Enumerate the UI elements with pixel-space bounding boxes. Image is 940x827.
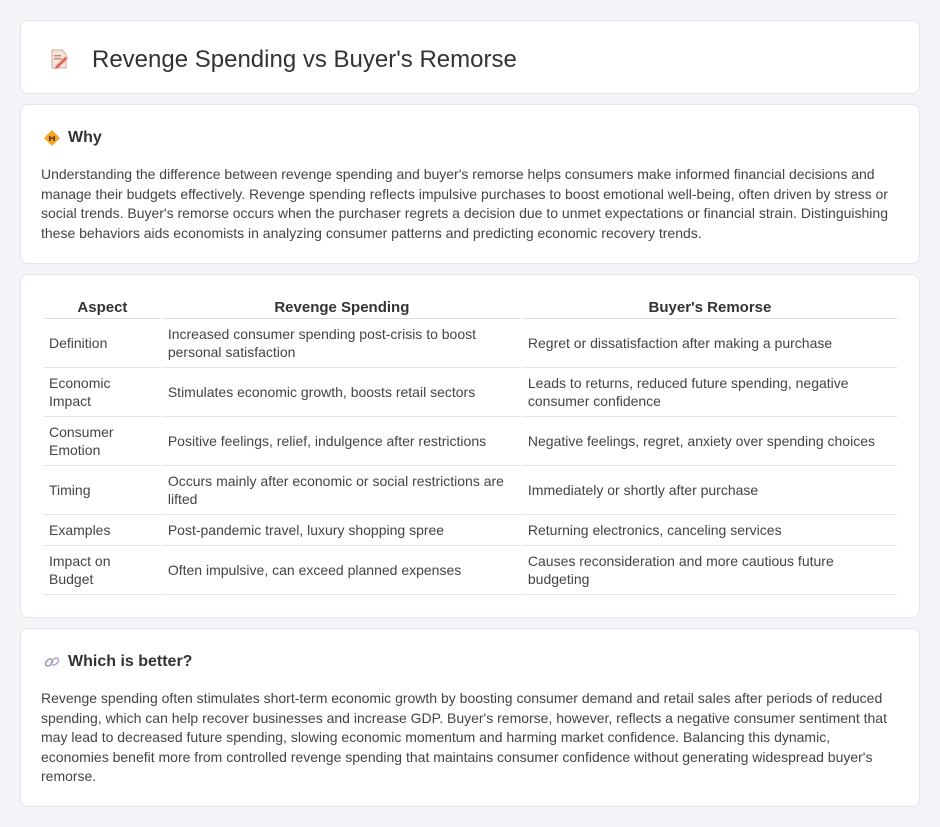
better-text: Revenge spending often stimulates short-… bbox=[41, 690, 887, 784]
why-section: Why Understanding the difference between… bbox=[20, 104, 920, 264]
table-row: Definition Increased consumer spending p… bbox=[44, 319, 897, 368]
better-heading-row: Which is better? bbox=[43, 651, 192, 673]
table-cell: Occurs mainly after economic or social r… bbox=[162, 466, 521, 515]
table-cell: Timing bbox=[44, 466, 161, 515]
table-cell: Returning electronics, canceling service… bbox=[522, 515, 897, 546]
table-cell: Post-pandemic travel, luxury shopping sp… bbox=[162, 515, 521, 546]
table-row: Impact on Budget Often impulsive, can ex… bbox=[44, 546, 897, 595]
why-text: Understanding the difference between rev… bbox=[41, 166, 888, 241]
table-cell: Consumer Emotion bbox=[44, 417, 161, 466]
table-cell: Causes reconsideration and more cautious… bbox=[522, 546, 897, 595]
header-card: Revenge Spending vs Buyer's Remorse bbox=[20, 20, 920, 94]
table-cell: Negative feelings, regret, anxiety over … bbox=[522, 417, 897, 466]
why-heading: Why bbox=[68, 129, 102, 146]
better-heading: Which is better? bbox=[68, 653, 193, 670]
diamond-sign-icon bbox=[44, 130, 60, 146]
table-cell: Examples bbox=[44, 515, 161, 546]
table-cell: Immediately or shortly after purchase bbox=[522, 466, 897, 515]
table-cell: Definition bbox=[44, 319, 161, 368]
comparison-section: Aspect Revenge Spending Buyer's Remorse … bbox=[20, 274, 920, 618]
table-row: Consumer Emotion Positive feelings, reli… bbox=[44, 417, 897, 466]
link-icon bbox=[44, 657, 60, 667]
table-cell: Regret or dissatisfaction after making a… bbox=[522, 319, 897, 368]
table-cell: Positive feelings, relief, indulgence af… bbox=[162, 417, 521, 466]
table-cell: Leads to returns, reduced future spendin… bbox=[522, 368, 897, 417]
table-row: Examples Post-pandemic travel, luxury sh… bbox=[44, 515, 897, 546]
why-heading-row: Why bbox=[43, 127, 102, 149]
document-edit-icon bbox=[51, 49, 68, 69]
column-header-buyers-remorse: Buyer's Remorse bbox=[522, 297, 897, 319]
column-header-revenge-spending: Revenge Spending bbox=[162, 297, 521, 319]
which-is-better-section: Which is better? Revenge spending often … bbox=[20, 628, 920, 807]
table-cell: Stimulates economic growth, boosts retai… bbox=[162, 368, 521, 417]
table-header-row: Aspect Revenge Spending Buyer's Remorse bbox=[44, 297, 897, 319]
column-header-aspect: Aspect bbox=[44, 297, 161, 319]
comparison-table: Aspect Revenge Spending Buyer's Remorse … bbox=[42, 297, 899, 595]
table-cell: Increased consumer spending post-crisis … bbox=[162, 319, 521, 368]
table-row: Timing Occurs mainly after economic or s… bbox=[44, 466, 897, 515]
table-cell: Impact on Budget bbox=[44, 546, 161, 595]
page-title: Revenge Spending vs Buyer's Remorse bbox=[92, 46, 517, 73]
table-row: Economic Impact Stimulates economic grow… bbox=[44, 368, 897, 417]
table-cell: Economic Impact bbox=[44, 368, 161, 417]
table-cell: Often impulsive, can exceed planned expe… bbox=[162, 546, 521, 595]
